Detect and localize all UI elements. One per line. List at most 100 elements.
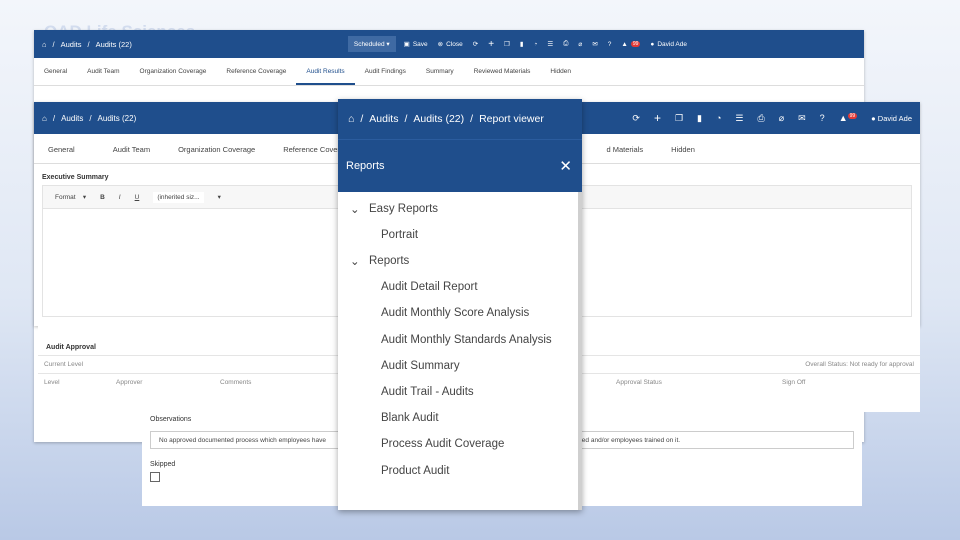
status-dropdown[interactable]: Scheduled ▾: [347, 36, 396, 52]
col-approver: Approver: [116, 379, 143, 386]
list-icon[interactable]: ☰: [547, 40, 553, 48]
report-item[interactable]: Process Audit Coverage: [338, 431, 582, 457]
tab-summary[interactable]: Summary: [416, 58, 464, 85]
tab-audit-findings[interactable]: Audit Findings: [355, 58, 416, 85]
current-level-label: Current Level: [44, 361, 84, 368]
underline-button[interactable]: U: [135, 194, 140, 201]
breadcrumb-audits-count[interactable]: Audits (22): [96, 40, 132, 49]
home-icon[interactable]: ⌂: [348, 113, 354, 125]
breadcrumb: ⌂ / Audits / Audits (22): [42, 113, 137, 123]
user-name: David Ade: [877, 113, 912, 123]
close-label: Close: [446, 40, 463, 48]
group-label: Reports: [369, 255, 410, 268]
history-icon[interactable]: ◔: [533, 41, 537, 48]
user-icon: ●: [650, 40, 655, 48]
add-icon[interactable]: +: [654, 111, 661, 125]
chevron-down-icon: ⌄: [350, 256, 360, 269]
copy-icon[interactable]: ❐: [504, 40, 510, 48]
reports-header: Reports ✕: [338, 139, 582, 192]
report-item[interactable]: Audit Summary: [338, 353, 582, 379]
save-label: Save: [412, 40, 428, 48]
scrollbar[interactable]: [578, 192, 582, 510]
group-label: Easy Reports: [369, 203, 439, 215]
breadcrumb-audits[interactable]: Audits: [61, 40, 82, 49]
report-item[interactable]: Audit Monthly Score Analysis: [338, 300, 582, 326]
user-name: David Ade: [657, 40, 687, 48]
tab-hidden[interactable]: Hidden: [657, 134, 709, 163]
col-approval-status: Approval Status: [616, 379, 662, 386]
group-easy-reports[interactable]: ⌄ Easy Reports: [338, 196, 582, 222]
status-label: Scheduled: [353, 41, 385, 48]
tab-reference-coverage[interactable]: Reference Coverage: [216, 58, 296, 85]
mail-icon[interactable]: ✉: [592, 40, 597, 48]
delete-icon[interactable]: ▮: [697, 113, 702, 124]
tab-hidden[interactable]: Hidden: [540, 58, 581, 85]
tab-organization-coverage[interactable]: Organization Coverage: [164, 134, 269, 163]
report-item[interactable]: Product Audit: [338, 458, 582, 484]
tab-bar: General Audit Team Organization Coverage…: [34, 58, 864, 86]
tab-reviewed-materials[interactable]: Reviewed Materials: [464, 58, 541, 85]
observations-text: No approved documented process which emp…: [159, 436, 326, 444]
home-icon[interactable]: ⌂: [42, 40, 47, 49]
italic-button[interactable]: I: [119, 194, 121, 201]
report-item[interactable]: Audit Trail - Audits: [338, 379, 582, 405]
refresh-icon[interactable]: ⟳: [632, 113, 640, 124]
home-icon[interactable]: ⌂: [42, 114, 47, 123]
delete-icon[interactable]: ▮: [520, 40, 524, 48]
tab-organization-coverage[interactable]: Organization Coverage: [130, 58, 217, 85]
save-button[interactable]: ▣ Save: [403, 40, 428, 49]
tab-reviewed-materials[interactable]: d Materials: [592, 134, 657, 163]
tab-audit-results[interactable]: Audit Results: [296, 58, 355, 85]
overall-status: Overall Status: Not ready for approval: [805, 361, 914, 368]
add-button[interactable]: +: [488, 39, 494, 50]
close-icon[interactable]: ✕: [559, 157, 572, 175]
chevron-down-icon[interactable]: ▾: [218, 193, 221, 201]
font-size-dropdown[interactable]: (inherited siz...: [153, 191, 204, 203]
font-size-label: (inherited siz...: [157, 193, 200, 201]
mail-icon[interactable]: ✉: [798, 113, 806, 124]
attach-icon[interactable]: ⌀: [779, 113, 784, 124]
user-menu[interactable]: ● David Ade: [650, 41, 687, 48]
close-button[interactable]: ⊗ Close: [437, 40, 463, 49]
close-circle-icon: ⊗: [437, 41, 444, 48]
attach-icon[interactable]: ⌀: [578, 40, 582, 48]
tab-general[interactable]: General: [34, 134, 89, 163]
report-viewer-panel: ⌂ / Audits / Audits (22) / Report viewer Re…: [338, 99, 582, 510]
help-icon[interactable]: ?: [608, 41, 612, 48]
notification-badge: 99: [847, 113, 858, 119]
tab-audit-team[interactable]: Audit Team: [77, 58, 129, 85]
report-item[interactable]: Blank Audit: [338, 405, 582, 431]
breadcrumb-audits[interactable]: Audits: [61, 114, 83, 123]
history-icon[interactable]: ◔: [716, 113, 721, 123]
user-menu[interactable]: ● David Ade: [871, 114, 912, 123]
format-dropdown[interactable]: Format ▾: [55, 193, 86, 201]
help-icon[interactable]: ?: [820, 113, 825, 123]
print-icon[interactable]: ⎙: [563, 40, 568, 48]
report-item-portrait[interactable]: Portrait: [338, 222, 582, 248]
group-reports[interactable]: ⌄ Reports: [338, 248, 582, 274]
notifications-icon[interactable]: ▲ 99: [839, 113, 858, 123]
notification-badge: 99: [630, 41, 641, 47]
save-icon: ▣: [403, 41, 410, 48]
report-item[interactable]: Audit Detail Report: [338, 274, 582, 300]
tab-audit-team[interactable]: Audit Team: [89, 134, 164, 163]
refresh-button[interactable]: ⟳: [473, 40, 478, 48]
breadcrumb-audits[interactable]: Audits: [369, 113, 398, 125]
user-icon: ●: [871, 113, 876, 123]
skipped-checkbox[interactable]: [150, 472, 160, 482]
reports-title: Reports: [346, 160, 385, 172]
print-icon[interactable]: ⎙: [758, 113, 765, 124]
col-level: Level: [44, 379, 60, 386]
list-icon[interactable]: ☰: [735, 113, 743, 124]
report-item[interactable]: Audit Monthly Standards Analysis: [338, 327, 582, 353]
chevron-down-icon: ⌄: [350, 204, 360, 216]
breadcrumb-audits-count[interactable]: Audits (22): [413, 113, 464, 125]
tab-general[interactable]: General: [34, 58, 77, 85]
breadcrumb-audits-count[interactable]: Audits (22): [98, 114, 137, 123]
notifications-icon[interactable]: ▲ 99: [621, 41, 641, 48]
col-sign-off: Sign Off: [782, 379, 806, 386]
format-label: Format: [55, 194, 76, 201]
breadcrumb-report-viewer: Report viewer: [479, 113, 544, 125]
copy-icon[interactable]: ❐: [675, 113, 683, 124]
bold-button[interactable]: B: [100, 194, 105, 201]
